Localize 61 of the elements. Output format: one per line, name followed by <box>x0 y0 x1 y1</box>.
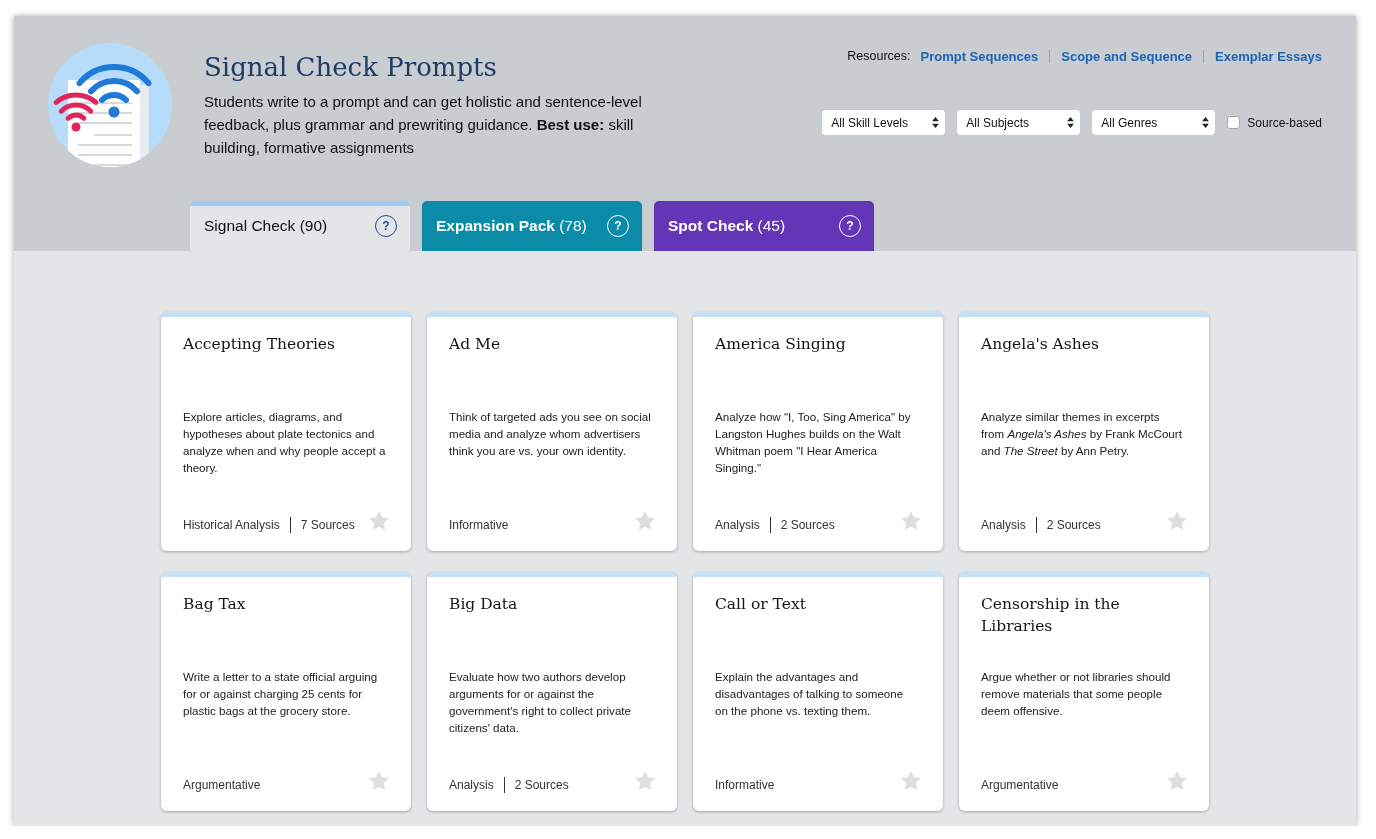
card-description: Explore articles, diagrams, and hypotheses about plate tectonics and analyze when and why people accept a theory. <box>183 409 387 476</box>
card-title: Big Data <box>449 594 519 615</box>
card-description: Think of targeted ads you see on social media and analyze whom advertisers think you are vs. your own identity. <box>449 409 652 459</box>
star-icon[interactable] <box>901 511 921 530</box>
dropdown[interactable]: All Subjects <box>957 110 1081 135</box>
checkbox-label: Source-based <box>1247 115 1322 130</box>
genre-label: Analysis <box>981 518 1026 532</box>
prompt-card[interactable]: Censorship in the Libraries Argue whether or not libraries should remove materials that some people deem offensive. Argumentative <box>959 572 1209 811</box>
card-description: Write a letter to a state official arguing for or against charging 25 cents for plastic bags at the grocery store. <box>183 669 379 719</box>
star-icon[interactable] <box>635 771 655 790</box>
card-title: Accepting Theories <box>183 334 336 355</box>
prompt-card[interactable]: Call or Text Explain the advantages and disadvantages of talking to someone on the phone vs. texting them. Informative <box>693 572 943 811</box>
sources-count: 7 Sources <box>300 518 355 532</box>
card-description: Analyze similar themes in excerpts from Angela's Ashes by Frank McCourt and The Street by Ann Petry. <box>981 409 1183 459</box>
star-icon[interactable] <box>369 511 389 530</box>
sources-count: 2 Sources <box>780 518 835 532</box>
card-description: Explain the advantages and disadvantages of talking to someone on the phone vs. texting them. <box>715 669 905 719</box>
star-icon[interactable] <box>1167 771 1187 790</box>
genre-label: Informative <box>449 518 509 532</box>
checkbox[interactable] <box>1227 116 1241 129</box>
prompt-card[interactable]: Bag Tax Write a letter to a state official arguing for or against charging 25 cents for plastic bags at the grocery store. Argumentative <box>161 572 411 811</box>
sources-count: 2 Sources <box>1046 518 1101 532</box>
dropdown[interactable]: All Skill Levels <box>822 110 946 135</box>
tab[interactable]: Signal Check (90) ? <box>190 201 410 251</box>
page-description: Students write to a prompt and can get holistic and sentence-level feedback, plus grammar and prewriting guidance. Best use: skill building, formative assignments <box>204 92 643 158</box>
up-down-arrows-icon <box>1202 117 1210 128</box>
resources-label: Resources: <box>847 49 911 63</box>
star-icon[interactable] <box>1167 511 1187 530</box>
prompt-card[interactable]: Accepting Theories Explore articles, diagrams, and hypotheses about plate tectonics and analyze when and why people accept a theory. Historical Analysis 7 Sources <box>161 312 411 551</box>
resource-link[interactable]: Scope and Sequence <box>1061 48 1193 64</box>
card-title: Bag Tax <box>183 594 247 615</box>
card-description: Argue whether or not libraries should remove materials that some people deem offensive. <box>981 669 1172 719</box>
genre-label: Analysis <box>715 518 760 532</box>
card-description: Evaluate how two authors develop arguments for or against the government's right to collect private citizens' data. <box>449 669 632 736</box>
prompt-card[interactable]: Ad Me Think of targeted ads you see on social media and analyze whom advertisers think you are vs. your own identity. Informative <box>427 312 677 551</box>
up-down-arrows-icon <box>932 117 940 128</box>
prompt-card[interactable]: America Singing Analyze how "I, Too, Sing America" by Langston Hughes builds on the Walt Whitman poem "I Hear America Singing." Analysis 2 Sources <box>693 312 943 551</box>
tab[interactable]: Spot Check (45) ? <box>654 201 874 251</box>
prompt-card[interactable]: Big Data Evaluate how two authors develop arguments for or against the government's right to collect private citizens' data. Analysis 2 Sources <box>427 572 677 811</box>
up-down-arrows-icon <box>1067 117 1075 128</box>
prompt-card[interactable]: Angela's Ashes Analyze similar themes in excerpts from Angela's Ashes by Frank McCourt and The Street by Ann Petry. Analysis 2 Sources <box>959 312 1209 551</box>
star-icon[interactable] <box>635 511 655 530</box>
genre-label: Informative <box>715 778 775 792</box>
card-description: Analyze how "I, Too, Sing America" by Langston Hughes builds on the Walt Whitman poem "I Hear America Singing." <box>715 409 912 476</box>
resource-link[interactable]: Prompt Sequences <box>920 48 1039 64</box>
card-title: Ad Me <box>449 334 502 355</box>
sources-count: 2 Sources <box>514 778 569 792</box>
card-title: America Singing <box>715 334 847 355</box>
tab[interactable]: Expansion Pack (78) ? <box>422 201 642 251</box>
card-title: Censorship in the Libraries <box>981 594 1121 637</box>
page-title: Signal Check Prompts <box>204 51 498 84</box>
card-title: Angela's Ashes <box>981 334 1100 355</box>
dropdown[interactable]: All Genres <box>1092 110 1216 135</box>
genre-label: Argumentative <box>981 778 1059 792</box>
genre-label: Analysis <box>449 778 494 792</box>
genre-label: Argumentative <box>183 778 261 792</box>
card-title: Call or Text <box>715 594 807 615</box>
star-icon[interactable] <box>369 771 389 790</box>
resource-link[interactable]: Exemplar Essays <box>1215 48 1322 64</box>
star-icon[interactable] <box>901 771 921 790</box>
genre-label: Historical Analysis <box>183 518 280 532</box>
